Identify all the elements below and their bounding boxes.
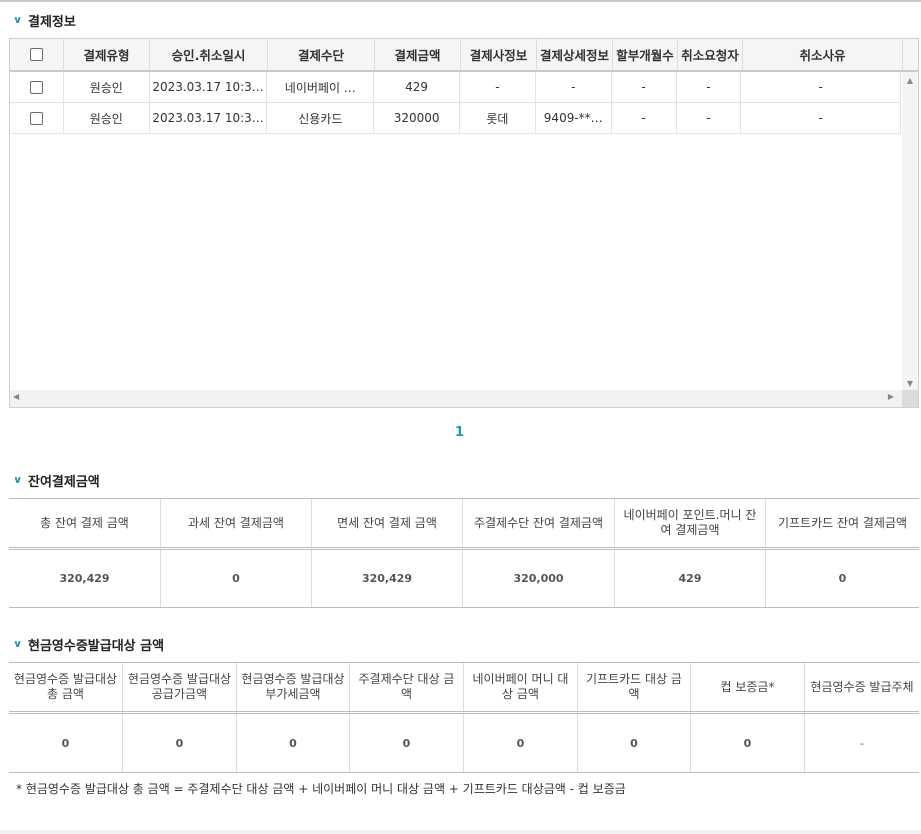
grid-header: 결제유형 승인.취소일시 결제수단 결제금액 결제사정보 결제상세정보 할부개월… (10, 39, 918, 72)
remaining-value: 320,000 (463, 550, 615, 607)
receipt-value: 0 (691, 714, 805, 772)
payment-grid: 결제유형 승인.취소일시 결제수단 결제금액 결제사정보 결제상세정보 할부개월… (9, 38, 919, 408)
col-detail[interactable]: 결제상세정보 (537, 39, 613, 70)
col-company[interactable]: 결제사정보 (461, 39, 537, 70)
receipt-value: 0 (578, 714, 691, 772)
row-checkbox[interactable] (29, 111, 43, 125)
receipt-value-row: 0 0 0 0 0 0 0 - (9, 714, 919, 773)
cell-installment: - (612, 72, 677, 102)
table-row[interactable]: 원승인 2023.03.17 10:3… 신용카드 320000 롯데 9409… (10, 103, 902, 134)
col-method[interactable]: 결제수단 (268, 39, 375, 70)
receipt-header: 주결제수단 대상 금액 (350, 663, 464, 711)
top-divider (0, 0, 921, 2)
payment-section-label: 결제정보 (28, 14, 76, 30)
col-datetime[interactable]: 승인.취소일시 (150, 39, 268, 70)
remaining-section-title[interactable]: ∨ 잔여결제금액 (12, 470, 100, 490)
col-payment-type[interactable]: 결제유형 (64, 39, 150, 70)
remaining-header: 주결제수단 잔여 결제금액 (463, 499, 615, 547)
bottom-divider (0, 830, 921, 834)
receipt-value: 0 (350, 714, 464, 772)
cell-company: - (460, 72, 536, 102)
cell-amount: 320000 (374, 103, 460, 133)
cell-reason: - (741, 103, 902, 133)
scroll-right-icon[interactable]: ▶ (888, 392, 894, 401)
table-row[interactable]: 원승인 2023.03.17 10:3… 네이버페이 … 429 - - - -… (10, 72, 902, 103)
receipt-header: 컵 보증금* (691, 663, 805, 711)
chevron-down-icon: ∨ (12, 14, 23, 26)
payment-section-title[interactable]: ∨ 결제정보 (12, 10, 76, 30)
remaining-section-label: 잔여결제금액 (28, 474, 100, 490)
cell-type: 원승인 (64, 103, 150, 133)
cell-method: 신용카드 (267, 103, 375, 133)
cell-amount: 429 (374, 72, 460, 102)
remaining-value: 320,429 (312, 550, 463, 607)
cell-datetime: 2023.03.17 10:3… (150, 103, 268, 133)
receipt-header-row: 현금영수증 발급대상 총 금액 현금영수증 발급대상 공급가금액 현금영수증 발… (9, 663, 919, 714)
col-amount[interactable]: 결제금액 (375, 39, 461, 70)
receipt-table: 현금영수증 발급대상 총 금액 현금영수증 발급대상 공급가금액 현금영수증 발… (9, 662, 919, 773)
scrollbar-corner (902, 390, 918, 407)
receipt-value: 0 (9, 714, 123, 772)
cell-type: 원승인 (64, 72, 150, 102)
cell-detail: 9409-**… (536, 103, 612, 133)
remaining-table: 총 잔여 결제 금액 과세 잔여 결제금액 면세 잔여 결제 금액 주결제수단 … (9, 498, 919, 608)
row-select-cell (10, 103, 64, 133)
row-checkbox[interactable] (29, 80, 43, 94)
remaining-value: 0 (838, 572, 847, 585)
col-reason[interactable]: 취소사유 (743, 39, 903, 70)
cell-installment: - (612, 103, 677, 133)
col-canceller[interactable]: 취소요청자 (678, 39, 743, 70)
horizontal-scrollbar[interactable]: ◀ ▶ (10, 390, 902, 407)
scroll-up-icon[interactable]: ▲ (902, 76, 918, 85)
remaining-header: 면세 잔여 결제 금액 (312, 499, 463, 547)
page-number[interactable]: 1 (455, 425, 464, 440)
grid-body: 원승인 2023.03.17 10:3… 네이버페이 … 429 - - - -… (10, 72, 902, 134)
row-select-cell (10, 72, 64, 102)
cell-canceller: - (677, 103, 742, 133)
chevron-down-icon: ∨ (12, 474, 23, 486)
receipt-value: - (860, 736, 864, 750)
scroll-left-icon[interactable]: ◀ (13, 392, 19, 401)
chevron-down-icon: ∨ (12, 638, 23, 650)
remaining-header: 과세 잔여 결제금액 (161, 499, 312, 547)
receipt-header: 현금영수증 발급대상 총 금액 (9, 663, 123, 711)
vertical-scrollbar[interactable]: ▲ ▼ (902, 72, 918, 390)
remaining-value: 429 (615, 550, 766, 607)
receipt-value: 0 (464, 714, 578, 772)
receipt-header: 기프트카드 대상 금액 (578, 663, 691, 711)
receipt-header: 현금영수증 발급대상 부가세금액 (237, 663, 350, 711)
cell-method: 네이버페이 … (267, 72, 375, 102)
header-filler (903, 39, 918, 70)
receipt-value: 0 (237, 714, 350, 772)
cell-reason: - (741, 72, 902, 102)
remaining-header: 기프트카드 잔여 결제금액 (777, 515, 908, 530)
col-installment[interactable]: 할부개월수 (613, 39, 678, 70)
receipt-header: 네이버페이 머니 대상 금액 (464, 663, 578, 711)
receipt-value: 0 (123, 714, 237, 772)
remaining-value-row: 320,429 0 320,429 320,000 429 0 (9, 550, 919, 608)
remaining-value: 320,429 (9, 550, 161, 607)
scroll-down-icon[interactable]: ▼ (902, 379, 918, 388)
cell-detail: - (536, 72, 612, 102)
cell-company: 롯데 (460, 103, 536, 133)
receipt-section-title[interactable]: ∨ 현금영수증발급대상 금액 (12, 634, 165, 654)
select-all-checkbox[interactable] (30, 48, 43, 61)
receipt-header: 현금영수증 발급주체 (810, 679, 914, 694)
receipt-header: 현금영수증 발급대상 공급가금액 (123, 663, 237, 711)
cell-canceller: - (677, 72, 742, 102)
receipt-section-label: 현금영수증발급대상 금액 (28, 638, 165, 654)
select-all-cell (10, 39, 64, 70)
remaining-value: 0 (161, 550, 312, 607)
remaining-header-row: 총 잔여 결제 금액 과세 잔여 결제금액 면세 잔여 결제 금액 주결제수단 … (9, 499, 919, 550)
remaining-header: 네이버페이 포인트.머니 잔여 결제금액 (615, 499, 766, 547)
cell-datetime: 2023.03.17 10:3… (150, 72, 268, 102)
remaining-header: 총 잔여 결제 금액 (9, 499, 161, 547)
footnote: * 현금영수증 발급대상 총 금액 = 주결제수단 대상 금액 + 네이버페이 … (16, 782, 626, 796)
